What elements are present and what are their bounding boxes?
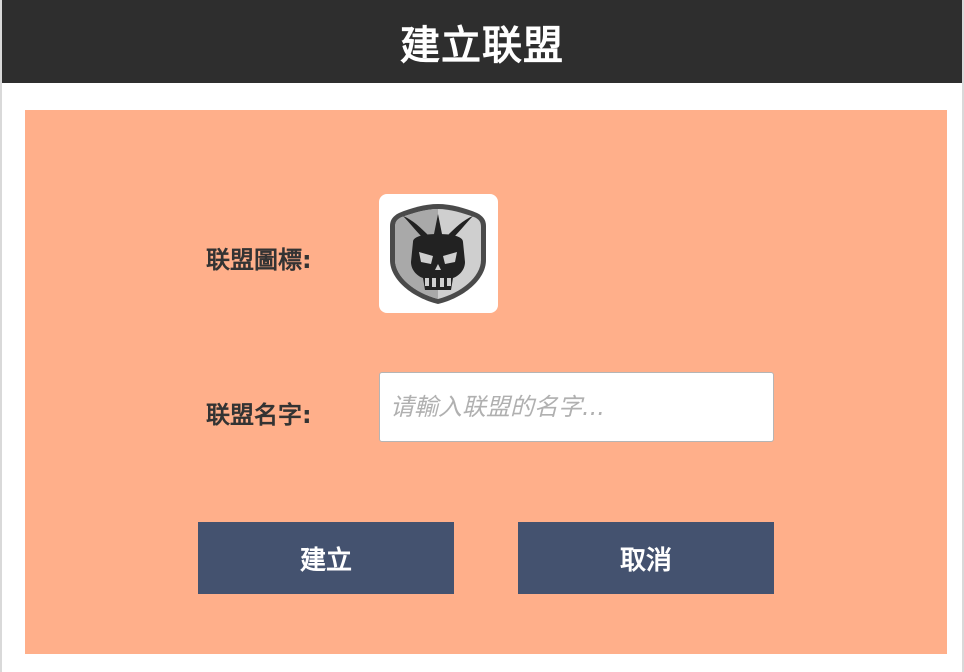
form-panel: 联盟圖標: 联盟名字: 请輸入联盟的名字... 建立 取消 [25, 110, 947, 654]
alliance-name-input[interactable] [379, 372, 774, 442]
create-button[interactable]: 建立 [198, 522, 454, 594]
cancel-button[interactable]: 取消 [518, 522, 774, 594]
page-title: 建立联盟 [400, 22, 564, 69]
title-bar: 建立联盟 [2, 0, 962, 83]
skull-shield-emblem-icon [390, 204, 486, 304]
create-alliance-window: 建立联盟 联盟圖標: 联盟名字: 请輸入联盟的名字... 建立 取消 [0, 0, 964, 672]
alliance-name-label: 联盟名字: [206, 401, 312, 429]
emblem-label: 联盟圖標: [206, 246, 312, 274]
emblem-selector[interactable] [379, 194, 498, 313]
